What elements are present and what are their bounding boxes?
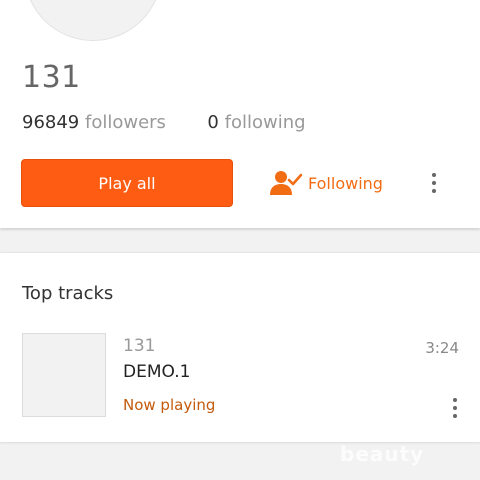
profile-username: 131	[22, 60, 81, 95]
track-artwork[interactable]	[22, 333, 106, 417]
more-vertical-icon	[449, 396, 461, 420]
followers-count[interactable]: 96849	[22, 112, 79, 133]
track-more-button[interactable]	[449, 396, 461, 420]
track-duration: 3:24	[425, 339, 459, 357]
track-artist: 131	[123, 336, 156, 356]
top-tracks-title: Top tracks	[22, 283, 114, 304]
following-label[interactable]: following	[225, 112, 306, 133]
following-count[interactable]: 0	[207, 112, 218, 133]
profile-stats: 96849 followers 0 following	[22, 112, 306, 133]
followers-label[interactable]: followers	[85, 112, 166, 133]
following-button-label: Following	[308, 173, 383, 193]
user-following-icon	[270, 171, 302, 195]
watermark: beauty	[340, 442, 425, 466]
play-all-button[interactable]: Play all	[21, 159, 233, 207]
profile-header: 131 96849 followers 0 following Play all…	[0, 0, 480, 228]
top-tracks-section: Top tracks 131 DEMO.1 Now playing 3:24	[0, 252, 480, 442]
more-vertical-icon	[428, 171, 440, 195]
profile-more-button[interactable]	[428, 171, 440, 195]
track-title: DEMO.1	[123, 362, 191, 382]
avatar[interactable]	[24, 0, 162, 41]
play-all-label: Play all	[98, 173, 156, 193]
track-status: Now playing	[123, 396, 216, 414]
track-row[interactable]: 131 DEMO.1 Now playing 3:24	[0, 333, 480, 421]
following-button[interactable]: Following	[270, 167, 383, 199]
